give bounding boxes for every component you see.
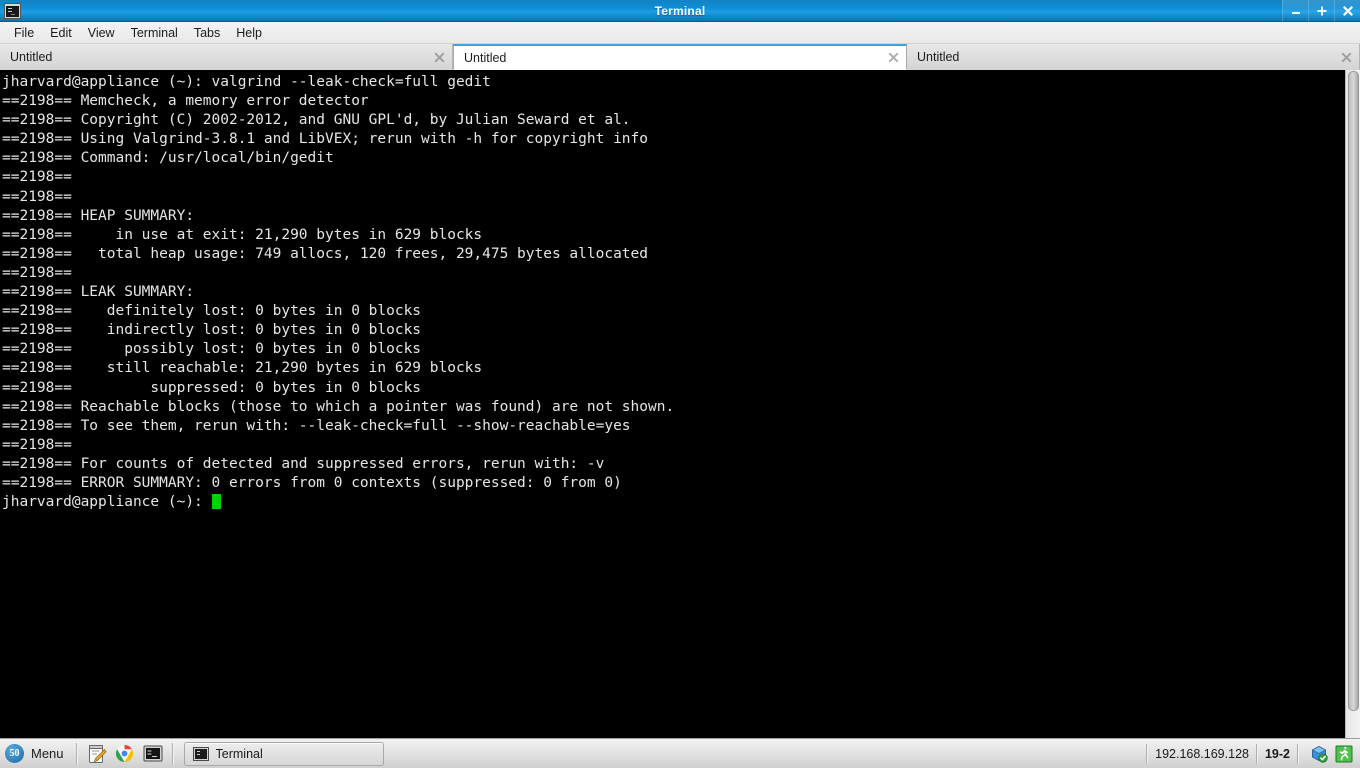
- tab-bar: Untitled Untitled Untitled: [0, 44, 1360, 70]
- close-button[interactable]: [1334, 0, 1360, 22]
- terminal-line: ==2198== suppressed: 0 bytes in 0 blocks: [2, 379, 422, 396]
- menu-edit[interactable]: Edit: [42, 23, 80, 43]
- logout-icon[interactable]: [1334, 744, 1354, 764]
- terminal-output: jharvard@appliance (~): valgrind --leak-…: [2, 73, 1342, 512]
- menu-terminal[interactable]: Terminal: [123, 23, 186, 43]
- terminal-line: ==2198== Memcheck, a memory error detect…: [2, 93, 369, 110]
- terminal-line: ==2198== HEAP SUMMARY:: [2, 207, 195, 224]
- menu-help[interactable]: Help: [228, 23, 270, 43]
- gedit-icon[interactable]: [86, 743, 108, 765]
- text-cursor: [211, 494, 221, 510]
- scrollbar-thumb[interactable]: [1348, 71, 1359, 711]
- terminal-line: ==2198== To see them, rerun with: --leak…: [2, 417, 631, 434]
- workspace-label: 19-2: [1264, 746, 1290, 761]
- close-icon[interactable]: [886, 51, 900, 65]
- tab-untitled-3[interactable]: Untitled: [907, 44, 1360, 70]
- desktop: Terminal File Edit View Terminal Tabs He…: [0, 0, 1360, 768]
- terminal-line: ==2198==: [2, 264, 81, 281]
- taskbar-window-terminal[interactable]: Terminal: [183, 741, 384, 766]
- start-menu-button[interactable]: 50 Menu: [0, 741, 72, 767]
- tray-divider: [1297, 743, 1299, 764]
- terminal-icon[interactable]: [142, 743, 164, 765]
- tray-icon-group: [1306, 744, 1360, 764]
- terminal-line: ==2198==: [2, 169, 81, 186]
- taskbar-window-label: Terminal: [215, 746, 263, 761]
- terminal-line: ==2198== LEAK SUMMARY:: [2, 284, 195, 301]
- terminal-line: ==2198== Copyright (C) 2002-2012, and GN…: [2, 112, 631, 129]
- close-icon[interactable]: [1339, 50, 1353, 64]
- taskbar-divider: [75, 742, 78, 765]
- terminal-line: ==2198== Command: /usr/local/bin/gedit: [2, 150, 334, 167]
- chrome-icon[interactable]: [114, 743, 136, 765]
- terminal-icon: [4, 3, 21, 19]
- window-title: Terminal: [654, 3, 706, 18]
- menu-tabs[interactable]: Tabs: [186, 23, 228, 43]
- terminal-area[interactable]: jharvard@appliance (~): valgrind --leak-…: [0, 70, 1360, 738]
- ip-address-label: 192.168.169.128: [1155, 746, 1249, 761]
- tab-label: Untitled: [464, 50, 507, 65]
- menu-view[interactable]: View: [80, 23, 123, 43]
- terminal-line: ==2198== possibly lost: 0 bytes in 0 blo…: [2, 341, 422, 358]
- tab-untitled-1[interactable]: Untitled: [0, 44, 453, 70]
- tab-untitled-2[interactable]: Untitled: [453, 44, 907, 70]
- close-icon[interactable]: [432, 50, 446, 64]
- terminal-line: ==2198== For counts of detected and supp…: [2, 455, 605, 472]
- terminal-line: ==2198== in use at exit: 21,290 bytes in…: [2, 226, 483, 243]
- vertical-scrollbar[interactable]: [1345, 70, 1360, 738]
- terminal-line: ==2198== still reachable: 21,290 bytes i…: [2, 360, 483, 377]
- minimize-button[interactable]: [1282, 0, 1308, 22]
- start-menu-label: Menu: [31, 746, 64, 761]
- terminal-line: ==2198== Reachable blocks (those to whic…: [2, 398, 675, 415]
- terminal-line: ==2198== indirectly lost: 0 bytes in 0 b…: [2, 322, 422, 339]
- system-tray: 192.168.169.128 19-2: [1139, 739, 1360, 768]
- tab-label: Untitled: [917, 50, 960, 64]
- terminal-line: jharvard@appliance (~): valgrind --leak-…: [2, 74, 491, 90]
- terminal-line: ==2198== ERROR SUMMARY: 0 errors from 0 …: [2, 474, 622, 491]
- terminal-icon: [192, 746, 209, 761]
- terminal-line: ==2198==: [2, 188, 81, 205]
- window-titlebar[interactable]: Terminal: [0, 0, 1360, 22]
- terminal-line: ==2198== Using Valgrind-3.8.1 and LibVEX…: [2, 131, 649, 148]
- quick-launch: [82, 743, 168, 765]
- shell-prompt: jharvard@appliance (~):: [2, 494, 212, 511]
- update-manager-icon[interactable]: [1309, 744, 1329, 764]
- window-controls: [1282, 0, 1360, 22]
- tab-label: Untitled: [10, 50, 53, 64]
- taskbar: 50 Menu Terminal 192.168.169.128 19-2: [0, 738, 1360, 768]
- menubar: File Edit View Terminal Tabs Help: [0, 22, 1360, 44]
- tray-divider: [1146, 743, 1149, 764]
- terminal-line: ==2198== definitely lost: 0 bytes in 0 b…: [2, 303, 422, 320]
- tray-divider: [1255, 743, 1258, 764]
- taskbar-divider: [171, 742, 174, 765]
- terminal-line: ==2198==: [2, 436, 81, 453]
- cs50-logo-icon: 50: [5, 744, 24, 763]
- terminal-prompt-line: jharvard@appliance (~):: [2, 493, 1342, 512]
- menu-file[interactable]: File: [6, 23, 42, 43]
- maximize-button[interactable]: [1308, 0, 1334, 22]
- terminal-line: ==2198== total heap usage: 749 allocs, 1…: [2, 245, 649, 262]
